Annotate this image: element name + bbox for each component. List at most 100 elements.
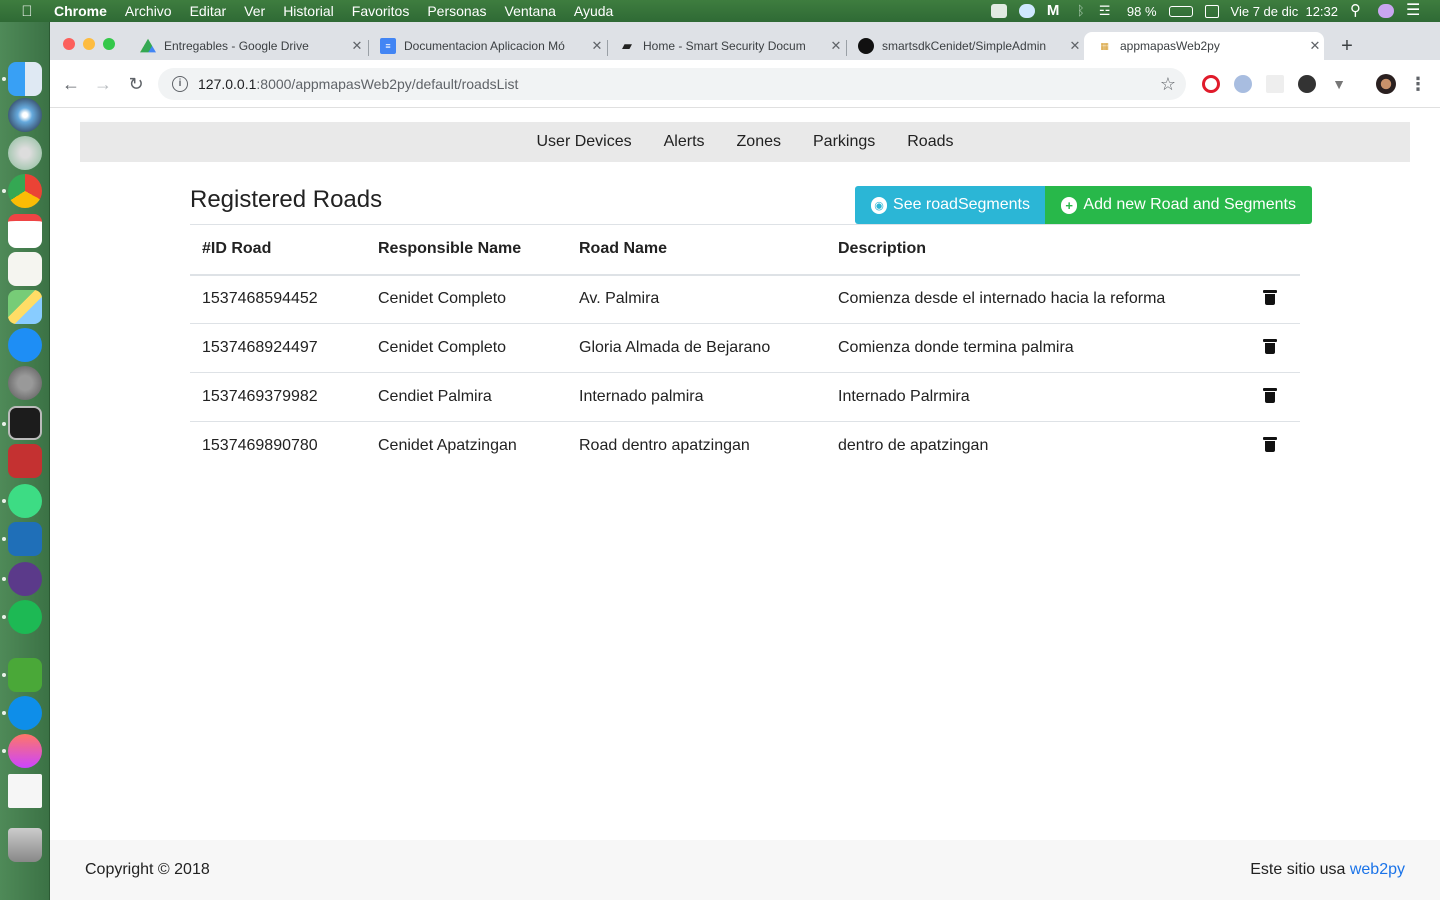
close-icon[interactable]: ✕: [1066, 38, 1084, 54]
apple-icon[interactable]: : [0, 3, 54, 20]
site-navbar: User Devices Alerts Zones Parkings Roads: [80, 122, 1410, 162]
trash-icon[interactable]: [1263, 387, 1277, 403]
tab-appmapasweb2py[interactable]: ▦ appmapasWeb2py ✕: [1084, 32, 1324, 60]
table-row: 1537468594452 Cenidet Completo Av. Palmi…: [190, 274, 1300, 324]
menu-editar[interactable]: Editar: [181, 3, 236, 19]
docker-icon[interactable]: [990, 4, 1007, 18]
m-icon[interactable]: M: [1047, 3, 1065, 18]
nav-roads[interactable]: Roads: [891, 133, 969, 151]
cell-responsible: Cendiet Palmira: [366, 372, 567, 422]
plus-circle-icon: +: [1061, 196, 1078, 214]
delete-button[interactable]: [1246, 372, 1300, 422]
photo-booth-icon[interactable]: [8, 444, 42, 478]
more-menu-icon[interactable]: ⋮: [1406, 72, 1430, 96]
opera-extension-icon[interactable]: [1202, 75, 1220, 93]
reload-icon[interactable]: ↻: [124, 72, 148, 96]
tab-google-drive[interactable]: Entregables - Google Drive ✕: [128, 32, 366, 60]
table-row: 1537469379982 Cendiet Palmira Internado …: [190, 372, 1300, 422]
menu-ventana[interactable]: Ventana: [496, 3, 565, 19]
tab-label: Documentacion Aplicacion Mó: [404, 39, 565, 53]
menu-archivo[interactable]: Archivo: [116, 3, 181, 19]
clock[interactable]: Vie 7 de dic 12:32: [1231, 4, 1338, 19]
launchpad-icon[interactable]: [8, 136, 42, 170]
utorrent-icon[interactable]: [8, 658, 42, 692]
system-preferences-icon[interactable]: [8, 366, 42, 400]
close-icon[interactable]: ✕: [588, 38, 606, 54]
menu-favoritos[interactable]: Favoritos: [343, 3, 419, 19]
notification-center-icon[interactable]: ☰: [1406, 3, 1422, 19]
address-bar[interactable]: i 127.0.0.1:8000/appmapasWeb2py/default/…: [158, 68, 1186, 100]
tab-documentacion[interactable]: ≡ Documentacion Aplicacion Mó ✕: [368, 32, 606, 60]
menu-chrome[interactable]: Chrome: [54, 3, 116, 19]
spotlight-search-icon[interactable]: ⚲: [1350, 3, 1366, 18]
chrome-app-icon[interactable]: [8, 174, 42, 208]
minimize-window-button[interactable]: [83, 38, 95, 50]
maximize-window-button[interactable]: [103, 38, 115, 50]
delete-button[interactable]: [1246, 323, 1300, 373]
nav-parkings[interactable]: Parkings: [797, 133, 891, 151]
site-info-icon[interactable]: i: [172, 76, 188, 92]
app-store-icon[interactable]: [8, 328, 42, 362]
battery-percent: 98 %: [1126, 3, 1157, 19]
delete-button[interactable]: [1246, 422, 1300, 471]
menu-historial[interactable]: Historial: [274, 3, 343, 19]
spotify-icon[interactable]: [8, 600, 42, 634]
nav-user-devices[interactable]: User Devices: [520, 133, 647, 151]
github-desktop-icon[interactable]: [8, 562, 42, 596]
calendar-icon[interactable]: [1204, 4, 1219, 18]
powered-by-text: Este sitio usa: [1250, 861, 1346, 878]
web2py-link[interactable]: web2py: [1350, 861, 1405, 878]
siri-icon[interactable]: [1378, 4, 1394, 18]
forward-arrow-icon[interactable]: →: [91, 72, 115, 96]
finder-icon[interactable]: [8, 62, 42, 96]
menu-ayuda[interactable]: Ayuda: [565, 3, 622, 19]
document-icon[interactable]: [8, 774, 42, 808]
trash-icon[interactable]: [1263, 436, 1277, 452]
tab-smart-security[interactable]: ▰ Home - Smart Security Docum ✕: [607, 32, 845, 60]
vscode-icon[interactable]: [8, 522, 42, 556]
medium-extension-icon[interactable]: [1298, 75, 1316, 93]
url-path: :8000/appmapasWeb2py/default/roadsList: [256, 76, 519, 92]
terminal-app-icon[interactable]: [8, 406, 42, 440]
tab-strip: Entregables - Google Drive ✕ ≡ Documenta…: [50, 22, 1440, 60]
tab-github[interactable]: smartsdkCenidet/SimpleAdmin ✕: [846, 32, 1084, 60]
extension-icon[interactable]: [1234, 75, 1252, 93]
menu-personas[interactable]: Personas: [418, 3, 495, 19]
siri-app-icon[interactable]: [8, 98, 42, 132]
delete-button[interactable]: [1246, 274, 1300, 324]
android-studio-icon[interactable]: [8, 484, 42, 518]
trash-icon[interactable]: [1263, 338, 1277, 354]
back-arrow-icon[interactable]: ←: [59, 72, 83, 96]
page-footer: Copyright © 2018 Este sitio usa web2py: [50, 840, 1440, 900]
new-tab-button[interactable]: +: [1337, 36, 1357, 56]
teamviewer-icon[interactable]: [1018, 4, 1035, 18]
bluetooth-icon[interactable]: ᛒ: [1077, 4, 1087, 18]
cell-responsible: Cenidet Completo: [366, 274, 567, 324]
maps-app-icon[interactable]: [8, 290, 42, 324]
menu-ver[interactable]: Ver: [235, 3, 274, 19]
bookmark-star-icon[interactable]: ☆: [1160, 74, 1176, 95]
see-road-segments-button[interactable]: ◉ See roadSegments: [855, 186, 1046, 224]
trash-icon[interactable]: [1263, 289, 1277, 305]
column-header-actions: [1246, 224, 1300, 276]
nav-alerts[interactable]: Alerts: [648, 133, 721, 151]
trash-bin-icon[interactable]: [8, 828, 42, 862]
battery-icon[interactable]: [1168, 5, 1193, 17]
teamviewer-app-icon[interactable]: [8, 696, 42, 730]
add-road-button[interactable]: + Add new Road and Segments: [1045, 186, 1312, 224]
close-window-button[interactable]: [63, 38, 75, 50]
extension-icon[interactable]: [1266, 75, 1284, 93]
vue-extension-icon[interactable]: ▼: [1330, 75, 1348, 93]
close-icon[interactable]: ✕: [348, 38, 366, 54]
cell-responsible: Cenidet Apatzingan: [378, 437, 517, 455]
close-icon[interactable]: ✕: [827, 38, 845, 54]
itunes-icon[interactable]: [8, 734, 42, 768]
wifi-icon[interactable]: ☲: [1099, 4, 1115, 18]
reminders-app-icon[interactable]: [8, 252, 42, 286]
running-indicator: [2, 422, 6, 426]
profile-avatar[interactable]: [1376, 74, 1396, 94]
calendar-app-icon[interactable]: [8, 214, 42, 248]
macos-menu-bar:  Chrome Archivo Editar Ver Historial Fa…: [0, 0, 1440, 22]
nav-zones[interactable]: Zones: [721, 133, 797, 151]
close-icon[interactable]: ✕: [1306, 38, 1324, 54]
